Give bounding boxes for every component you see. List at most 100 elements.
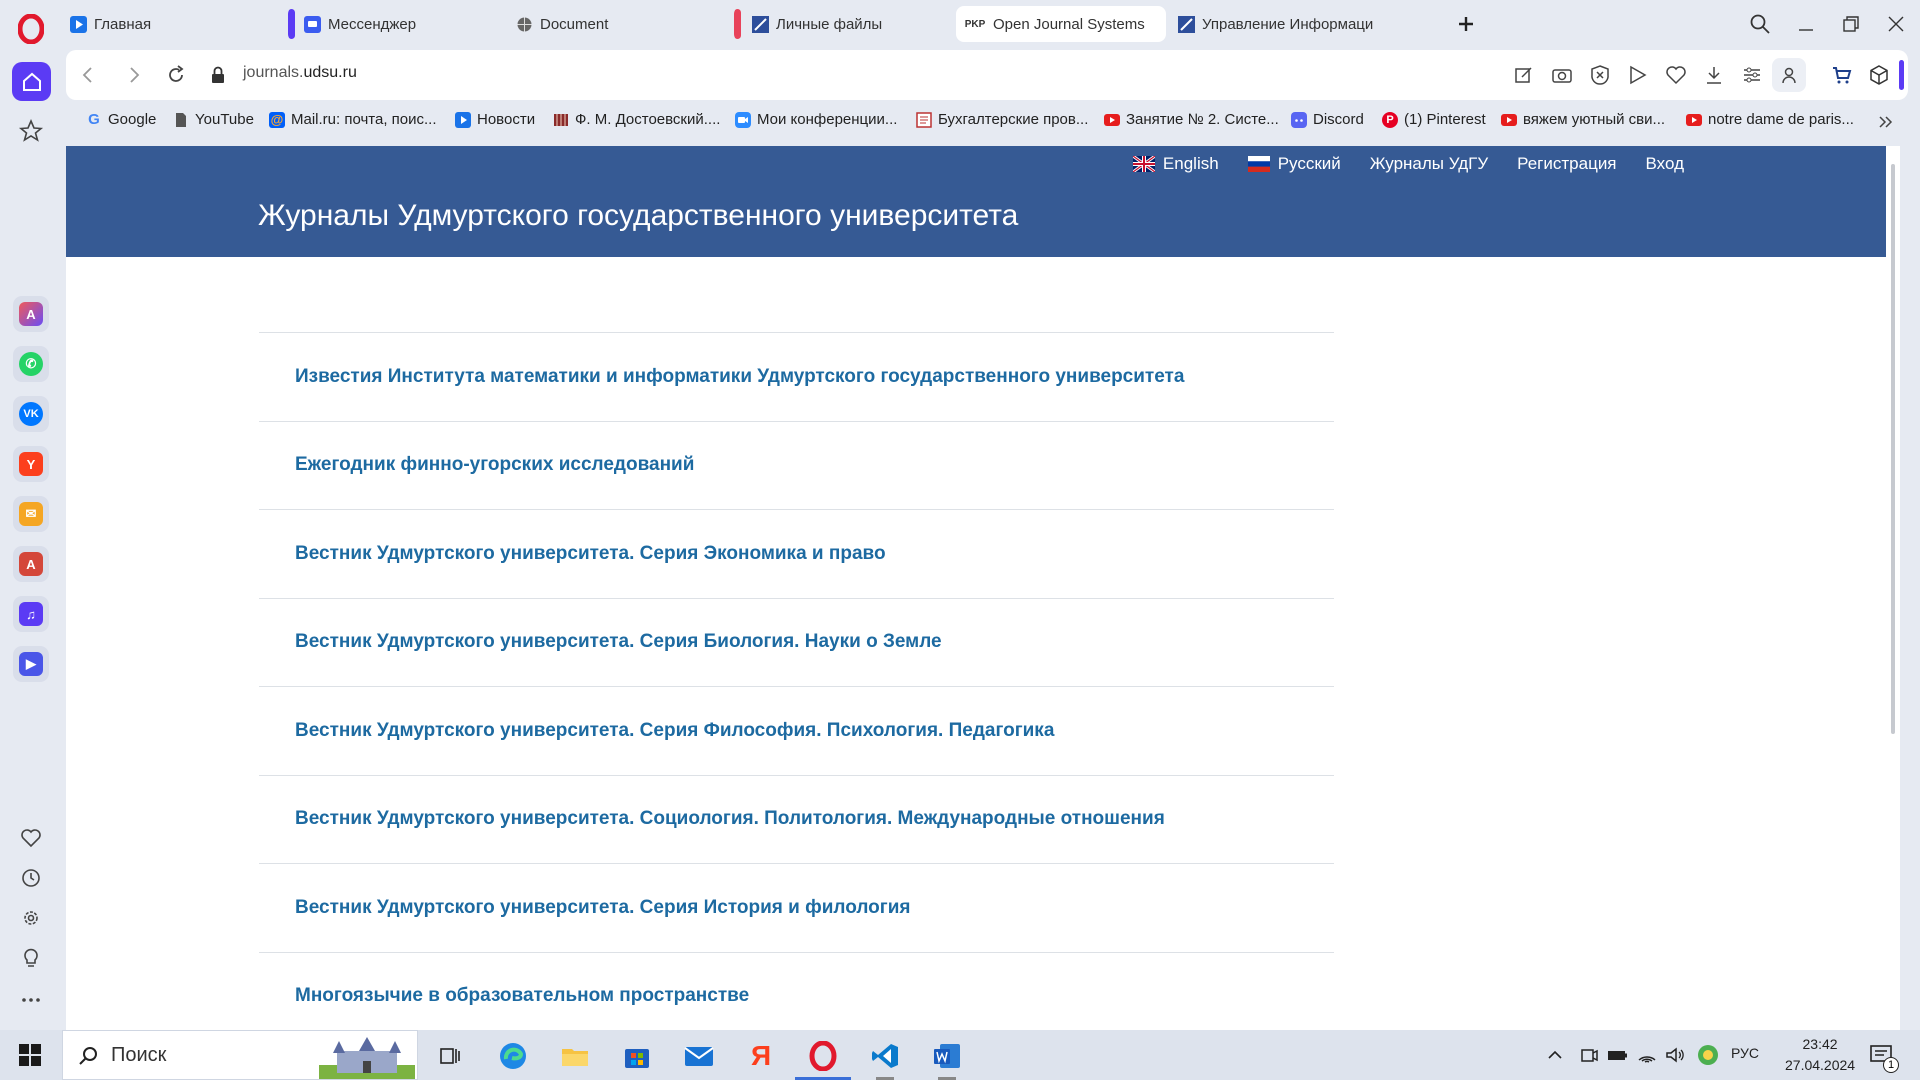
whatsapp-button[interactable]: ✆	[13, 346, 49, 382]
lightbulb-icon[interactable]	[19, 946, 43, 970]
taskbar-yandex[interactable]: Я	[743, 1038, 779, 1074]
tab-open-journal-systems[interactable]: PKP Open Journal Systems	[956, 6, 1166, 42]
cart-icon[interactable]	[1830, 63, 1854, 87]
chevron-double-right-icon[interactable]	[1876, 112, 1896, 132]
journal-link[interactable]: Вестник Удмуртского университета. Серия …	[295, 543, 886, 565]
login-link[interactable]: Вход	[1646, 154, 1684, 174]
download-icon[interactable]	[1702, 63, 1726, 87]
restore-icon[interactable]	[1839, 12, 1863, 36]
tab-document[interactable]: Document	[508, 6, 718, 42]
close-icon[interactable]	[1884, 12, 1908, 36]
taskbar-mail[interactable]	[681, 1038, 717, 1074]
site-title[interactable]: Журналы Удмуртского государственного уни…	[258, 199, 1018, 233]
music-button[interactable]: ♫	[13, 596, 49, 632]
camera-icon[interactable]	[1550, 63, 1574, 87]
send-icon[interactable]	[1626, 63, 1650, 87]
taskbar-word[interactable]	[929, 1038, 965, 1074]
bookmark-lesson[interactable]: Занятие № 2. Систе...	[1104, 111, 1279, 128]
bookmark-discord[interactable]: Discord	[1291, 111, 1364, 128]
opera-sidebar: A ✆ VK Y ✉ A ♫ ▶	[0, 0, 62, 1030]
kaspersky-icon[interactable]	[1696, 1043, 1720, 1067]
bookmark-news[interactable]: Новости	[455, 111, 535, 128]
search-tabs-icon[interactable]	[1748, 12, 1772, 36]
bookmark-youtube[interactable]: YouTube	[173, 111, 254, 128]
bookmark-pinterest[interactable]: P (1) Pinterest	[1382, 111, 1486, 128]
lang-russian-link[interactable]: Русский	[1247, 154, 1341, 174]
home-button[interactable]	[12, 62, 51, 101]
journal-link[interactable]: Вестник Удмуртского университета. Серия …	[295, 897, 910, 919]
taskbar-vscode[interactable]	[867, 1038, 903, 1074]
bookmark-knitting[interactable]: вяжем уютный сви...	[1501, 111, 1665, 128]
clock[interactable]: 23:42 27.04.2024	[1785, 1034, 1855, 1076]
journal-link[interactable]: Известия Института математики и информат…	[295, 366, 1184, 388]
scrollbar-thumb[interactable]	[1891, 164, 1895, 734]
lang-english-link[interactable]: English	[1132, 154, 1219, 174]
tab-home[interactable]: Главная	[62, 6, 272, 42]
tab-personal-files[interactable]: Личные файлы	[734, 6, 944, 42]
journal-link[interactable]: Вестник Удмуртского университета. Социол…	[295, 808, 1165, 830]
doc-icon	[916, 111, 932, 128]
taskbar-file-explorer[interactable]	[557, 1038, 593, 1074]
bookmark-notre-dame[interactable]: notre dame de paris...	[1686, 111, 1854, 128]
player-button[interactable]: ▶	[13, 646, 49, 682]
language-indicator[interactable]: РУС	[1731, 1045, 1759, 1061]
taskbar-store[interactable]	[619, 1038, 655, 1074]
adblock-icon[interactable]	[1588, 63, 1612, 87]
opera-icon	[809, 1041, 837, 1071]
tab-strip: Главная Мессенджер Document Личные файлы…	[62, 0, 1920, 48]
volume-icon[interactable]	[1664, 1044, 1686, 1066]
windows-start-icon[interactable]	[18, 1043, 42, 1067]
gear-icon[interactable]	[19, 906, 43, 930]
tab-info-management[interactable]: Управление Информаци	[1170, 6, 1386, 42]
back-icon[interactable]	[76, 63, 100, 87]
opera-logo-icon[interactable]	[18, 14, 44, 44]
bookmark-dostoevsky[interactable]: Ф. М. Достоевский....	[553, 111, 720, 128]
lock-icon[interactable]	[206, 63, 230, 87]
new-tab-icon[interactable]	[1454, 12, 1478, 36]
wifi-icon[interactable]	[1636, 1044, 1658, 1066]
bookmark-accounting[interactable]: Бухгалтерские пров...	[916, 111, 1088, 128]
bookmark-mailru[interactable]: @ Mail.ru: почта, поис...	[269, 111, 437, 128]
app-store-icon: A	[19, 552, 43, 576]
chevron-up-icon[interactable]	[1544, 1044, 1566, 1066]
history-icon[interactable]	[19, 866, 43, 890]
taskbar-edge[interactable]	[495, 1038, 531, 1074]
profile-button[interactable]	[1772, 58, 1806, 92]
journal-link[interactable]: Ежегодник финно-угорских исследований	[295, 454, 694, 476]
task-view-icon[interactable]	[432, 1038, 468, 1074]
bookmark-google[interactable]: G Google	[86, 111, 156, 128]
forward-icon[interactable]	[122, 63, 146, 87]
headphones-icon: ♫	[19, 602, 43, 626]
star-icon[interactable]	[18, 118, 44, 144]
pkp-icon: PKP	[964, 18, 986, 30]
journals-link[interactable]: Журналы УдГУ	[1370, 154, 1488, 174]
vk-button[interactable]: VK	[13, 396, 49, 432]
heart-icon[interactable]	[1664, 63, 1688, 87]
journal-link[interactable]: Вестник Удмуртского университета. Серия …	[295, 720, 1054, 742]
edit-icon[interactable]	[1512, 63, 1536, 87]
reload-icon[interactable]	[164, 63, 188, 87]
minimize-icon[interactable]	[1794, 12, 1818, 36]
battery-icon[interactable]	[1606, 1044, 1628, 1066]
taskbar-opera[interactable]	[805, 1038, 841, 1074]
yandex-button[interactable]: Y	[13, 446, 49, 482]
tab-messenger[interactable]: Мессенджер	[288, 6, 498, 42]
more-icon[interactable]	[19, 988, 43, 1012]
bookmark-conferences[interactable]: Мои конференции...	[735, 111, 897, 128]
taskbar-search-box[interactable]: Поиск	[62, 1030, 418, 1080]
web-page: English Русский Журналы УдГУ Регистрация…	[66, 146, 1900, 1030]
book-icon	[554, 113, 568, 126]
easy-setup-icon[interactable]	[1740, 63, 1764, 87]
url-field[interactable]: journals.udsu.ru	[243, 64, 357, 82]
journal-link[interactable]: Многоязычие в образовательном пространст…	[295, 985, 749, 1007]
register-link[interactable]: Регистрация	[1517, 154, 1616, 174]
aria-app-button[interactable]: A	[13, 296, 49, 332]
cube-icon[interactable]	[1867, 63, 1891, 87]
app-store-button[interactable]: A	[13, 546, 49, 582]
meet-icon[interactable]	[1578, 1044, 1600, 1066]
page-scrollbar[interactable]	[1886, 146, 1900, 1030]
heart-icon[interactable]	[19, 826, 43, 850]
globe-icon	[517, 17, 532, 31]
mail-app-button[interactable]: ✉	[13, 496, 49, 532]
journal-link[interactable]: Вестник Удмуртского университета. Серия …	[295, 631, 942, 653]
